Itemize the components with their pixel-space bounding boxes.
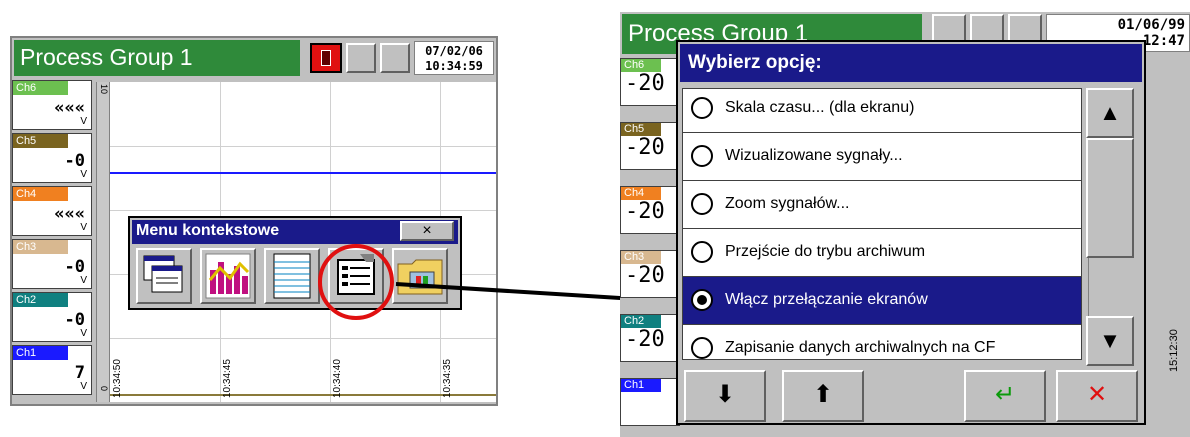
option-label: Skala czasu... (dla ekranu) bbox=[725, 99, 915, 116]
channel-value: -0 bbox=[64, 257, 85, 277]
option-label: Włącz przełączanie ekranów bbox=[725, 291, 928, 308]
option-item[interactable]: Zoom sygnałów... bbox=[683, 181, 1081, 229]
channel-value: -20 bbox=[625, 199, 665, 224]
channel-card-ch3[interactable]: Ch3 -0 V bbox=[12, 239, 92, 289]
channel-name: Ch2 bbox=[13, 293, 68, 307]
enter-button[interactable]: ↵ bbox=[964, 370, 1046, 422]
channel-value: ««« bbox=[54, 204, 85, 224]
channel-value: -0 bbox=[64, 151, 85, 171]
option-list: Skala czasu... (dla ekranu) Wizualizowane… bbox=[682, 88, 1082, 360]
right-channel-card-ch3[interactable]: Ch3 -20 bbox=[620, 250, 680, 298]
channel-card-ch5[interactable]: Ch5 -0 V bbox=[12, 133, 92, 183]
channel-name: Ch6 bbox=[13, 81, 68, 95]
channel-value: 7 bbox=[74, 363, 85, 383]
radio-icon[interactable] bbox=[691, 289, 713, 311]
right-channel-card-ch6[interactable]: Ch6 -20 bbox=[620, 58, 680, 106]
folder-icon[interactable] bbox=[392, 248, 448, 304]
left-time: 10:34:59 bbox=[425, 59, 483, 73]
move-down-button[interactable]: ⬇ bbox=[684, 370, 766, 422]
time-axis-label: 10:34:50 bbox=[112, 359, 123, 398]
left-title-bar: Process Group 1 07/02/06 10:34:59 bbox=[12, 38, 496, 78]
context-menu: Menu kontekstowe × bbox=[128, 216, 462, 310]
radio-icon[interactable] bbox=[691, 145, 713, 167]
notepad-icon[interactable] bbox=[264, 248, 320, 304]
option-label: Zoom sygnałów... bbox=[725, 195, 850, 212]
save-disk-icon[interactable] bbox=[310, 43, 342, 73]
channel-card-ch2[interactable]: Ch2 -0 V bbox=[12, 292, 92, 342]
channel-card-ch1[interactable]: Ch1 7 V bbox=[12, 345, 92, 395]
context-menu-close-button[interactable]: × bbox=[400, 221, 454, 241]
right-channel-card-ch2[interactable]: Ch2 -20 bbox=[620, 314, 680, 362]
channel-card-ch4[interactable]: Ch4 ««« V bbox=[12, 186, 92, 236]
time-axis-label: 10:34:45 bbox=[222, 359, 233, 398]
scroll-up-button[interactable]: ▲ bbox=[1086, 88, 1134, 138]
channel-name: Ch1 bbox=[621, 379, 661, 392]
channel-card-ch6[interactable]: Ch6 ««« V bbox=[12, 80, 92, 130]
option-label: Przejście do trybu archiwum bbox=[725, 243, 926, 260]
channel-name: Ch4 bbox=[13, 187, 68, 201]
scale-top-label: 10 bbox=[99, 84, 109, 95]
channel-unit: V bbox=[80, 275, 87, 286]
channel-unit: V bbox=[80, 222, 87, 233]
channel-name: Ch3 bbox=[13, 240, 68, 254]
scale-bottom-label: 0 bbox=[99, 386, 109, 392]
radio-icon[interactable] bbox=[691, 241, 713, 263]
scroll-thumb[interactable] bbox=[1086, 138, 1134, 258]
right-date: 01/06/99 bbox=[1117, 17, 1185, 33]
highlight-circle bbox=[318, 244, 394, 320]
windows-icon[interactable] bbox=[136, 248, 192, 304]
channel-value: -0 bbox=[64, 310, 85, 330]
grid-line bbox=[110, 146, 496, 147]
channel-value: ««« bbox=[54, 98, 85, 118]
right-channel-card-ch4[interactable]: Ch4 -20 bbox=[620, 186, 680, 234]
channel-name: Ch5 bbox=[13, 134, 68, 148]
grid-line bbox=[110, 210, 496, 211]
channel-unit: V bbox=[80, 169, 87, 180]
channel-unit: V bbox=[80, 328, 87, 339]
radio-icon[interactable] bbox=[691, 337, 713, 359]
channel-value: -20 bbox=[625, 135, 665, 160]
channel-value: -20 bbox=[625, 327, 665, 352]
left-group-title[interactable]: Process Group 1 bbox=[14, 40, 300, 76]
scroll-down-button[interactable]: ▼ bbox=[1086, 316, 1134, 366]
radio-icon[interactable] bbox=[691, 193, 713, 215]
time-axis-label: 10:34:35 bbox=[442, 359, 453, 398]
option-item[interactable]: Wizualizowane sygnały... bbox=[683, 133, 1081, 181]
channel-value: -20 bbox=[625, 71, 665, 96]
option-dialog: Wybierz opcję: Skala czasu... (dla ekran… bbox=[676, 40, 1146, 425]
ch5-trace bbox=[110, 394, 496, 396]
option-item[interactable]: Zapisanie danych archiwalnych na CF bbox=[683, 325, 1081, 359]
grid-line bbox=[110, 338, 496, 339]
status-button-2[interactable] bbox=[380, 43, 410, 73]
left-scale-bar[interactable]: 10 0 bbox=[96, 82, 110, 402]
option-item[interactable]: Włącz przełączanie ekranów bbox=[683, 277, 1081, 325]
time-axis-label: 10:34:40 bbox=[332, 359, 343, 398]
ch1-trace bbox=[110, 172, 496, 174]
left-date: 07/02/06 bbox=[425, 44, 483, 58]
left-datetime: 07/02/06 10:34:59 bbox=[414, 41, 494, 75]
channel-value: -20 bbox=[625, 263, 665, 288]
dialog-title: Wybierz opcję: bbox=[680, 44, 1142, 82]
chart-bars-icon[interactable] bbox=[200, 248, 256, 304]
cancel-button[interactable]: ✕ bbox=[1056, 370, 1138, 422]
option-item[interactable]: Przejście do trybu archiwum bbox=[683, 229, 1081, 277]
right-time-label: 15:12:30 bbox=[1168, 329, 1180, 372]
channel-name: Ch1 bbox=[13, 346, 68, 360]
option-item[interactable]: Skala czasu... (dla ekranu) bbox=[683, 89, 1081, 133]
channel-unit: V bbox=[80, 116, 87, 127]
radio-icon[interactable] bbox=[691, 97, 713, 119]
right-channel-card-ch1[interactable]: Ch1 bbox=[620, 378, 680, 426]
move-up-button[interactable]: ⬆ bbox=[782, 370, 864, 422]
option-label: Wizualizowane sygnały... bbox=[725, 147, 903, 164]
option-label: Zapisanie danych archiwalnych na CF bbox=[725, 339, 996, 356]
channel-unit: V bbox=[80, 381, 87, 392]
status-button-1[interactable] bbox=[346, 43, 376, 73]
right-channel-card-ch5[interactable]: Ch5 -20 bbox=[620, 122, 680, 170]
